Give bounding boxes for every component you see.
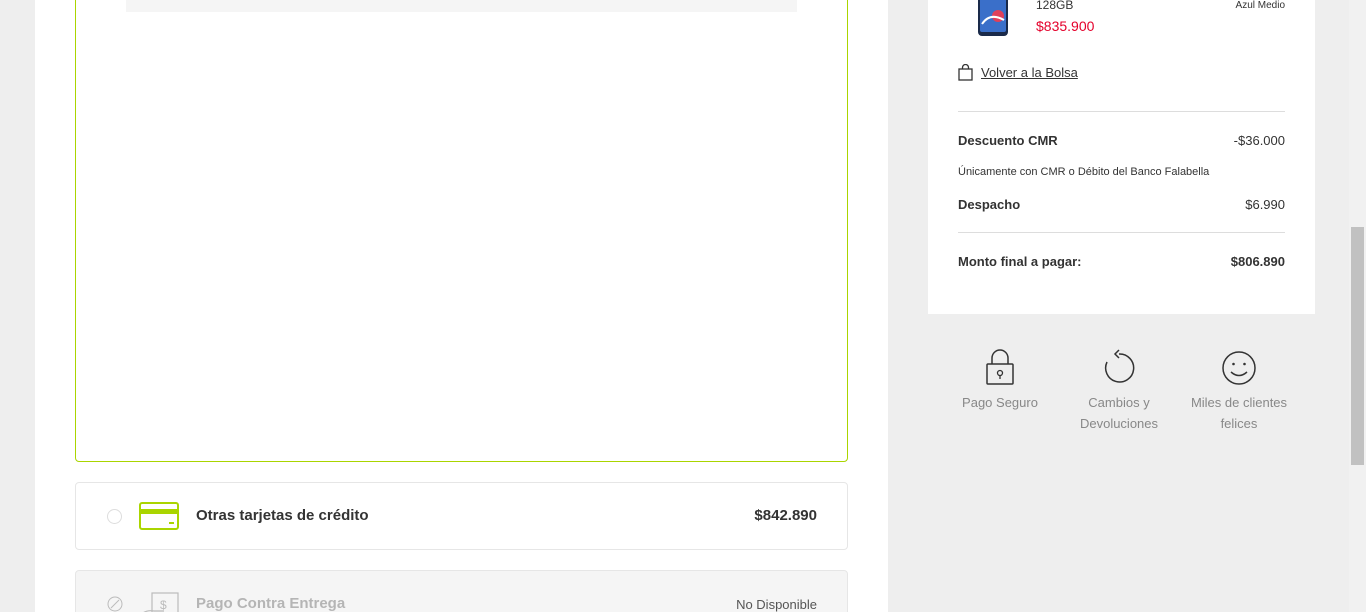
product-color: Azul Medio bbox=[1235, 0, 1285, 11]
cash-on-delivery-option: $ Pago Contra Entrega No Disponible bbox=[75, 570, 848, 612]
shopping-bag-icon bbox=[958, 64, 973, 81]
shipping-label: Despacho bbox=[958, 197, 1021, 212]
benefit-returns: Cambios y Devoluciones bbox=[1064, 348, 1174, 434]
benefit-secure-payment: Pago Seguro bbox=[945, 348, 1055, 413]
card-payment-frame[interactable] bbox=[75, 0, 848, 462]
credit-card-icon bbox=[139, 502, 179, 530]
lock-icon bbox=[986, 349, 1014, 385]
back-to-bag-link[interactable]: Volver a la Bolsa bbox=[958, 64, 1078, 81]
scrollbar-thumb[interactable] bbox=[1351, 227, 1364, 465]
product-storage: 128GB bbox=[1036, 0, 1074, 12]
total-label: Monto final a pagar: bbox=[958, 254, 1082, 269]
product-price: $835.900 bbox=[1036, 18, 1095, 34]
order-summary: 128GB $835.900 Azul Medio Volver a la Bo… bbox=[928, 0, 1315, 314]
summary-divider bbox=[958, 232, 1285, 233]
other-cards-option[interactable]: Otras tarjetas de crédito $842.890 bbox=[75, 482, 848, 550]
ban-icon bbox=[107, 596, 123, 612]
card-form-area bbox=[126, 0, 797, 12]
back-to-bag-label[interactable]: Volver a la Bolsa bbox=[981, 65, 1078, 80]
discount-value: -$36.000 bbox=[1233, 133, 1285, 148]
discount-note: Únicamente con CMR o Débito del Banco Fa… bbox=[958, 166, 1210, 178]
benefit-label: Miles de clientes felices bbox=[1190, 395, 1288, 431]
total-value: $806.890 bbox=[1230, 254, 1285, 269]
summary-divider bbox=[958, 111, 1285, 112]
benefit-label: Cambios y Devoluciones bbox=[1079, 395, 1159, 431]
shipping-row: Despacho $6.990 bbox=[958, 197, 1285, 212]
other-cards-label: Otras tarjetas de crédito bbox=[196, 507, 369, 524]
other-cards-radio[interactable] bbox=[107, 509, 122, 524]
cash-on-delivery-label: Pago Contra Entrega bbox=[196, 595, 346, 612]
product-phone-image bbox=[978, 0, 1008, 36]
cash-on-delivery-status: No Disponible bbox=[736, 597, 817, 612]
svg-text:$: $ bbox=[160, 598, 167, 612]
benefit-label: Pago Seguro bbox=[962, 395, 1038, 410]
shipping-value: $6.990 bbox=[1245, 197, 1285, 212]
total-row: Monto final a pagar: $806.890 bbox=[958, 254, 1285, 269]
benefit-happy-clients: Miles de clientes felices bbox=[1184, 348, 1294, 434]
discount-label: Descuento CMR bbox=[958, 133, 1058, 148]
discount-row: Descuento CMR -$36.000 bbox=[958, 133, 1285, 148]
return-arrow-icon bbox=[1104, 349, 1135, 383]
smiley-icon bbox=[1222, 351, 1256, 385]
other-cards-price: $842.890 bbox=[754, 507, 817, 524]
cash-hand-icon: $ bbox=[143, 592, 179, 612]
